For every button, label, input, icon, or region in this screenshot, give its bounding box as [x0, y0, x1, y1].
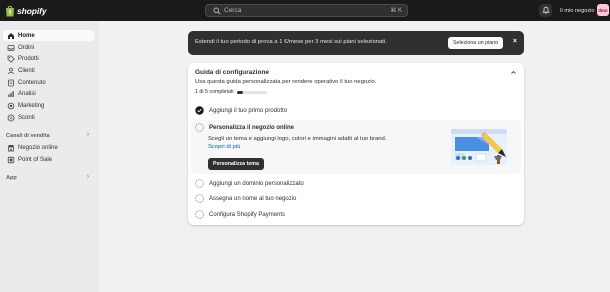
task-add-product[interactable]: Aggiungi il tuo primo prodotto — [195, 105, 287, 116]
task-label: Aggiungi il tuo primo prodotto — [209, 107, 288, 114]
task-expanded-panel: Personalizza il negozio online Scegli un… — [191, 120, 521, 174]
notifications-button[interactable] — [539, 4, 552, 17]
learn-more-link[interactable]: Scopri di più — [208, 144, 240, 150]
sidebar-item-label: Ordini — [18, 44, 35, 51]
close-icon[interactable]: × — [513, 38, 517, 45]
customize-theme-button[interactable]: Personalizza tema — [208, 158, 264, 170]
task-label: Aggiungi un dominio personalizzato — [209, 180, 304, 187]
progress-bar — [237, 91, 267, 94]
discount-icon — [6, 113, 15, 122]
sidebar-item-products[interactable]: Prodotti — [3, 53, 94, 64]
search-input[interactable]: Cerca ⌘ K — [205, 4, 408, 17]
dashed-circle-icon — [195, 123, 204, 132]
sidebar-item-label: Analisi — [18, 90, 36, 97]
progress-label: 1 di 5 completati — [195, 89, 234, 95]
document-icon — [6, 78, 15, 87]
sales-channels-heading[interactable]: Canali di vendita — [6, 133, 50, 139]
task-customize-store[interactable]: Personalizza il negozio online — [195, 122, 294, 133]
sidebar-item-label: Home — [18, 32, 35, 39]
checkmark-circle-icon — [195, 106, 204, 115]
sidebar-item-discounts[interactable]: Sconti — [3, 112, 94, 123]
sidebar-item-customers[interactable]: Clienti — [3, 65, 94, 76]
sidebar-item-home[interactable]: Home — [3, 30, 94, 41]
task-description: Scegli un tema e aggiungi logo, colori e… — [208, 135, 398, 151]
progress-fill — [237, 91, 243, 94]
store-name: Il mio negozio — [560, 7, 595, 14]
task-description-text: Scegli un tema e aggiungi logo, colori e… — [208, 136, 387, 142]
store-menu-button[interactable]: Il mio negozio Ilmn — [557, 4, 609, 17]
sidebar-item-label: Marketing — [18, 102, 45, 109]
chevron-right-icon[interactable]: › — [87, 132, 89, 138]
sidebar-item-content[interactable]: Contenuto — [3, 77, 94, 88]
guide-subtitle: Usa questa guida personalizzata per rend… — [195, 79, 377, 85]
setup-guide-card: Guida di configurazione Usa questa guida… — [188, 63, 524, 225]
search-placeholder: Cerca — [224, 7, 242, 14]
dashed-circle-icon — [195, 210, 204, 219]
chevron-right-icon[interactable]: › — [87, 174, 89, 180]
task-label: Assegna un nome al tuo negozio — [209, 195, 297, 202]
dashed-circle-icon — [195, 179, 204, 188]
logo-text: shopify — [17, 5, 47, 16]
search-icon — [212, 6, 221, 15]
sidebar-item-label: Sconti — [18, 114, 35, 121]
person-icon — [6, 66, 15, 75]
avatar: Ilmn — [597, 4, 609, 16]
search-shortcut: ⌘ K — [390, 8, 402, 14]
select-plan-button[interactable]: Seleziona un piano — [448, 37, 503, 49]
apps-heading[interactable]: App — [6, 175, 17, 181]
tag-icon — [6, 54, 15, 63]
sidebar-item-label: Clienti — [18, 67, 35, 74]
task-label: Personalizza il negozio online — [209, 124, 295, 131]
target-icon — [6, 101, 15, 110]
sidebar-item-online-store[interactable]: Negozio online — [3, 142, 94, 153]
dashed-circle-icon — [195, 194, 204, 203]
sidebar-item-label: Negozio online — [18, 144, 58, 151]
sidebar-item-point-of-sale[interactable]: Point of Sale — [3, 154, 94, 165]
sidebar-item-label: Contenuto — [18, 79, 46, 86]
sidebar-item-analytics[interactable]: Analisi — [3, 88, 94, 99]
theme-illustration — [444, 123, 514, 171]
guide-title: Guida di configurazione — [195, 69, 270, 76]
chart-icon — [6, 89, 15, 98]
banner-text: Estendi il tuo periodo di prova a 1 €/me… — [195, 39, 387, 45]
chevron-up-icon[interactable] — [510, 69, 517, 78]
sidebar-item-marketing[interactable]: Marketing — [3, 100, 94, 111]
store-icon — [6, 143, 15, 152]
shopify-bag-icon — [5, 5, 15, 17]
shopify-logo[interactable]: shopify — [5, 4, 47, 17]
bell-icon — [541, 6, 550, 16]
task-name-store[interactable]: Assegna un nome al tuo negozio — [195, 193, 296, 204]
sidebar-item-label: Point of Sale — [18, 156, 53, 163]
task-add-domain[interactable]: Aggiungi un dominio personalizzato — [195, 178, 304, 189]
top-bar: shopify Cerca ⌘ K Il mio negozio Ilmn — [0, 0, 610, 21]
sidebar-item-orders[interactable]: Ordini — [3, 42, 94, 53]
trial-banner: Estendi il tuo periodo di prova a 1 €/me… — [188, 31, 524, 55]
task-label: Configura Shopify Payments — [209, 211, 286, 218]
sidebar-item-label: Prodotti — [18, 55, 39, 62]
home-icon — [6, 31, 15, 40]
task-shopify-payments[interactable]: Configura Shopify Payments — [195, 209, 285, 220]
sidebar: Home Ordini Prodotti Clienti Contenuto A… — [0, 21, 99, 292]
pos-icon — [6, 155, 15, 164]
inbox-icon — [6, 43, 15, 52]
